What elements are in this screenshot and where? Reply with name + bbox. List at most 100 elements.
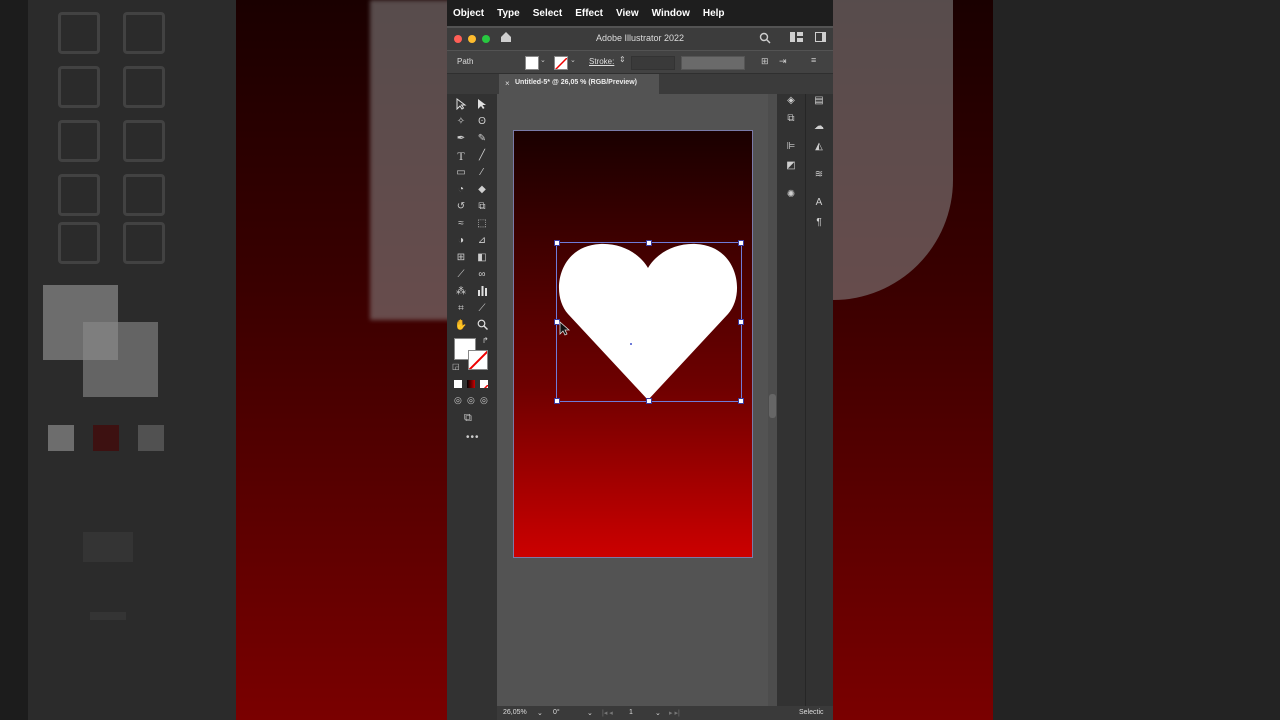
shape-builder-tool-icon[interactable]: ◑: [454, 234, 468, 248]
draw-behind-icon[interactable]: ◎: [467, 395, 475, 406]
pen-tool-icon[interactable]: ✒: [454, 132, 468, 146]
default-colors-icon[interactable]: ◲: [452, 362, 460, 371]
artboard-tool-icon[interactable]: ⌗: [454, 302, 468, 316]
gradient-tool-icon[interactable]: ◧: [475, 251, 489, 265]
zoom-level[interactable]: 26,05%: [503, 709, 527, 716]
resize-handle[interactable]: [738, 240, 744, 246]
resize-handle[interactable]: [738, 319, 744, 325]
resize-handle[interactable]: [554, 398, 560, 404]
arrange-documents-icon[interactable]: [790, 32, 803, 45]
close-tab-icon[interactable]: ×: [505, 79, 510, 88]
stroke-color-swatch[interactable]: [468, 350, 488, 370]
search-icon[interactable]: [759, 32, 771, 47]
swap-colors-icon[interactable]: ↱: [482, 336, 489, 345]
scale-tool-icon[interactable]: ⧉: [475, 200, 489, 214]
canvas-area[interactable]: [497, 94, 777, 706]
menu-window[interactable]: Window: [652, 8, 690, 19]
draw-normal-icon[interactable]: ◎: [454, 395, 462, 406]
color-mode-button[interactable]: [454, 380, 462, 388]
menu-help[interactable]: Help: [703, 8, 725, 19]
libraries-icon[interactable]: ☁: [812, 120, 826, 134]
panel-menu-icon[interactable]: ≡: [811, 55, 816, 65]
warp-tool-icon[interactable]: ≈: [454, 217, 468, 231]
type-tool-icon[interactable]: T: [454, 149, 468, 163]
magic-wand-tool-icon[interactable]: ✧: [454, 115, 468, 129]
blurred-icon: [123, 222, 165, 264]
free-transform-tool-icon[interactable]: ⬚: [475, 217, 489, 231]
selection-tool-icon[interactable]: [454, 98, 468, 112]
artboards-icon[interactable]: ⧉: [784, 112, 798, 126]
menu-view[interactable]: View: [616, 8, 639, 19]
draw-inside-icon[interactable]: ◎: [480, 395, 488, 406]
resize-handle[interactable]: [554, 240, 560, 246]
transform-icon[interactable]: ⇥: [779, 56, 787, 67]
hand-tool-icon[interactable]: ✋: [454, 319, 468, 333]
scrollbar-thumb[interactable]: [769, 394, 776, 418]
menu-select[interactable]: Select: [533, 8, 562, 19]
selection-type-label: Path: [457, 57, 474, 66]
menu-type[interactable]: Type: [497, 8, 520, 19]
curvature-tool-icon[interactable]: ✎: [475, 132, 489, 146]
chevron-down-icon[interactable]: ⌄: [587, 709, 593, 717]
variable-width-profile[interactable]: [681, 56, 745, 70]
stroke-weight-field[interactable]: [631, 56, 675, 70]
rectangle-tool-icon[interactable]: ▭: [454, 166, 468, 180]
chevron-down-icon[interactable]: ⌄: [655, 709, 661, 717]
perspective-tool-icon[interactable]: ⊿: [475, 234, 489, 248]
properties-icon[interactable]: ▤: [812, 94, 826, 108]
blurred-icon: [123, 120, 165, 162]
blurred-panel: [993, 0, 1280, 720]
gradient-mode-button[interactable]: [467, 380, 475, 388]
align-icon[interactable]: ⊫: [784, 140, 798, 154]
eyedropper-tool-icon[interactable]: ⟋: [454, 268, 468, 282]
resize-handle[interactable]: [738, 398, 744, 404]
next-artboard-icon[interactable]: ▸ ▸|: [669, 709, 680, 717]
selection-bounding-box[interactable]: [554, 240, 744, 404]
stepper-icon[interactable]: ⇕: [619, 55, 626, 64]
none-mode-button[interactable]: [480, 380, 488, 388]
appearance-icon[interactable]: ✺: [784, 188, 798, 202]
chevron-down-icon[interactable]: ⌄: [537, 709, 543, 717]
rotate-tool-icon[interactable]: ↺: [454, 200, 468, 214]
resize-handle[interactable]: [646, 398, 652, 404]
transparency-icon[interactable]: ≋: [812, 168, 826, 182]
gradient-panel-icon[interactable]: ◭: [812, 140, 826, 154]
layers-icon[interactable]: ◈: [784, 94, 798, 108]
document-tab[interactable]: × Untitled-5* @ 26,05 % (RGB/Preview): [499, 74, 659, 94]
blurred-stroke-swatch: [83, 322, 158, 397]
blurred-swatch: [138, 425, 164, 451]
edit-toolbar-icon[interactable]: •••: [466, 432, 480, 443]
screen-mode-icon[interactable]: ⧉: [464, 412, 472, 425]
eraser-tool-icon[interactable]: ◆: [475, 183, 489, 197]
character-icon[interactable]: A: [812, 196, 826, 210]
zoom-tool-icon[interactable]: [475, 319, 489, 333]
lasso-tool-icon[interactable]: ʘ: [475, 115, 489, 129]
shaper-tool-icon[interactable]: ◔: [454, 183, 468, 197]
stroke-color-dropdown[interactable]: [554, 56, 568, 70]
workspace-icon[interactable]: [815, 32, 826, 45]
resize-handle[interactable]: [646, 240, 652, 246]
menu-object[interactable]: Object: [453, 8, 484, 19]
chevron-down-icon[interactable]: ⌄: [570, 56, 576, 64]
fill-color-dropdown[interactable]: [525, 56, 539, 70]
rotation-value[interactable]: 0°: [553, 709, 560, 716]
blurred-swatch: [93, 425, 119, 451]
document-tab-row: × Untitled-5* @ 26,05 % (RGB/Preview): [447, 74, 833, 94]
symbol-sprayer-tool-icon[interactable]: ⁂: [454, 285, 468, 299]
artboard-number[interactable]: 1: [629, 709, 633, 716]
mesh-tool-icon[interactable]: ⊞: [454, 251, 468, 265]
first-artboard-icon[interactable]: |◂ ◂: [602, 709, 613, 717]
chevron-down-icon[interactable]: ⌄: [540, 56, 546, 64]
paragraph-icon[interactable]: ¶: [812, 216, 826, 230]
slice-tool-icon[interactable]: ⟋: [475, 302, 489, 316]
graph-tool-icon[interactable]: [475, 285, 489, 299]
stroke-label[interactable]: Stroke:: [589, 57, 614, 66]
align-icon[interactable]: ⊞: [761, 56, 769, 67]
menu-effect[interactable]: Effect: [575, 8, 603, 19]
vertical-scrollbar[interactable]: [768, 94, 777, 706]
line-tool-icon[interactable]: ╱: [475, 149, 489, 163]
direct-selection-tool-icon[interactable]: [475, 98, 489, 112]
pathfinder-icon[interactable]: ◩: [784, 159, 798, 173]
blend-tool-icon[interactable]: ∞: [475, 268, 489, 282]
paintbrush-tool-icon[interactable]: ⁄: [475, 166, 489, 180]
